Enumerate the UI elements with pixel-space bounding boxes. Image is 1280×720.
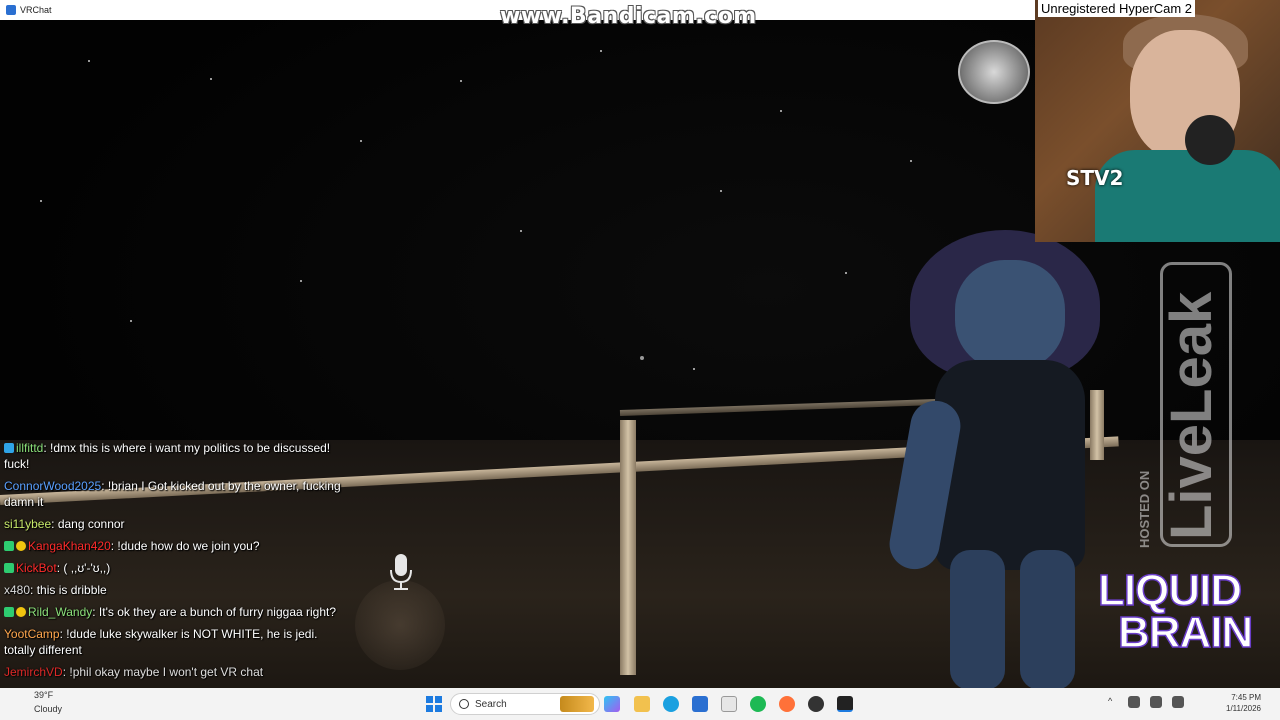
chat-username: Rild_Wandy (28, 605, 93, 619)
hosted-on-label: HOSTED ON (1137, 470, 1152, 548)
chat-username: KickBot (16, 561, 57, 575)
microphone-icon (390, 554, 412, 590)
player-hand (355, 580, 445, 670)
clock-date: 1/11/2026 (1226, 704, 1261, 713)
badge-icon (4, 563, 14, 573)
vrchat-taskbar-icon[interactable] (837, 696, 853, 712)
network-icon[interactable] (1128, 696, 1140, 708)
firefox-icon[interactable] (779, 696, 795, 712)
chat-text: !dmx this is where i want my politics to… (4, 441, 331, 471)
liveleak-watermark: LiveLeak (1159, 291, 1224, 540)
edge-icon[interactable] (663, 696, 679, 712)
app-icon[interactable] (721, 696, 737, 712)
hypercam-watermark: Unregistered HyperCam 2 (1038, 0, 1196, 17)
chat-text: !dude how do we join you? (117, 539, 260, 553)
chat-overlay: illfittd: !dmx this is where i want my p… (4, 440, 349, 680)
window-title: VRChat (20, 5, 52, 15)
search-placeholder: Search (475, 698, 507, 710)
system-clock[interactable]: 7:45 PM 1/11/2026 (1226, 692, 1261, 714)
search-icon (459, 699, 469, 709)
battery-icon[interactable] (1172, 696, 1184, 708)
file-explorer-icon[interactable] (634, 696, 650, 712)
badge-icon (4, 607, 14, 617)
search-highlight-icon (560, 696, 594, 712)
chat-message: illfittd: !dmx this is where i want my p… (4, 441, 331, 471)
chat-text: dang connor (57, 517, 125, 531)
chat-username: x480 (4, 583, 31, 597)
bandicam-watermark: www.Bandicam.com (500, 4, 757, 29)
chat-message: si11ybee: dang connor (4, 517, 125, 531)
vrchat-app-icon (6, 5, 16, 15)
avatar-thumbnail (958, 40, 1030, 104)
chat-message: JemirchVD: !phil okay maybe I won't get … (4, 665, 264, 679)
windows-taskbar: 39°F Cloudy Search ^ 7:45 PM 1/11/2026 (0, 688, 1280, 720)
badge-icon (16, 607, 26, 617)
webcam-overlay (1035, 0, 1280, 242)
chat-message: x480: this is dribble (4, 583, 107, 597)
liquid-brain-logo-line2: BRAIN (1117, 607, 1254, 658)
badge-icon (4, 541, 14, 551)
volume-icon[interactable] (1150, 696, 1162, 708)
headset-icon (1185, 115, 1235, 165)
spotify-icon[interactable] (750, 696, 766, 712)
badge-icon (4, 443, 14, 453)
weather-condition: Cloudy (34, 704, 63, 714)
chat-message: Rild_Wandy: It's ok they are a bunch of … (4, 604, 349, 620)
stv-logo: STV2 (1066, 166, 1124, 190)
chat-message: YootCamp: !dude luke skywalker is NOT WH… (4, 627, 318, 657)
chat-text: It's ok they are a bunch of furry niggaa… (98, 605, 337, 619)
chat-username: JemirchVD (4, 665, 63, 679)
start-button[interactable] (426, 696, 442, 712)
badge-icon (16, 541, 26, 551)
chevron-up-icon[interactable]: ^ (1108, 696, 1112, 706)
chat-text: this is dribble (36, 583, 107, 597)
chat-username: ConnorWood2025 (4, 479, 102, 493)
player-avatar[interactable] (880, 230, 1120, 688)
store-icon[interactable] (692, 696, 708, 712)
weather-temp: 39°F (34, 690, 54, 700)
copilot-icon[interactable] (604, 696, 620, 712)
chat-text: !phil okay maybe I won't get VR chat (69, 665, 264, 679)
clock-time: 7:45 PM (1231, 693, 1261, 702)
chat-username: YootCamp (4, 627, 60, 641)
chat-username: KangaKhan420 (28, 539, 111, 553)
chat-username: illfittd (16, 441, 44, 455)
railing-post (620, 420, 636, 675)
chat-message: KangaKhan420: !dude how do we join you? (4, 538, 349, 554)
chat-message: KickBot: ( ,,ʊ'-'ʊ,,) (4, 560, 349, 576)
chat-text: ( ,,ʊ'-'ʊ,,) (63, 561, 111, 575)
chat-username: si11ybee (4, 517, 52, 531)
obs-icon[interactable] (808, 696, 824, 712)
chat-message: ConnorWood2025: !brian I Got kicked out … (4, 479, 341, 509)
